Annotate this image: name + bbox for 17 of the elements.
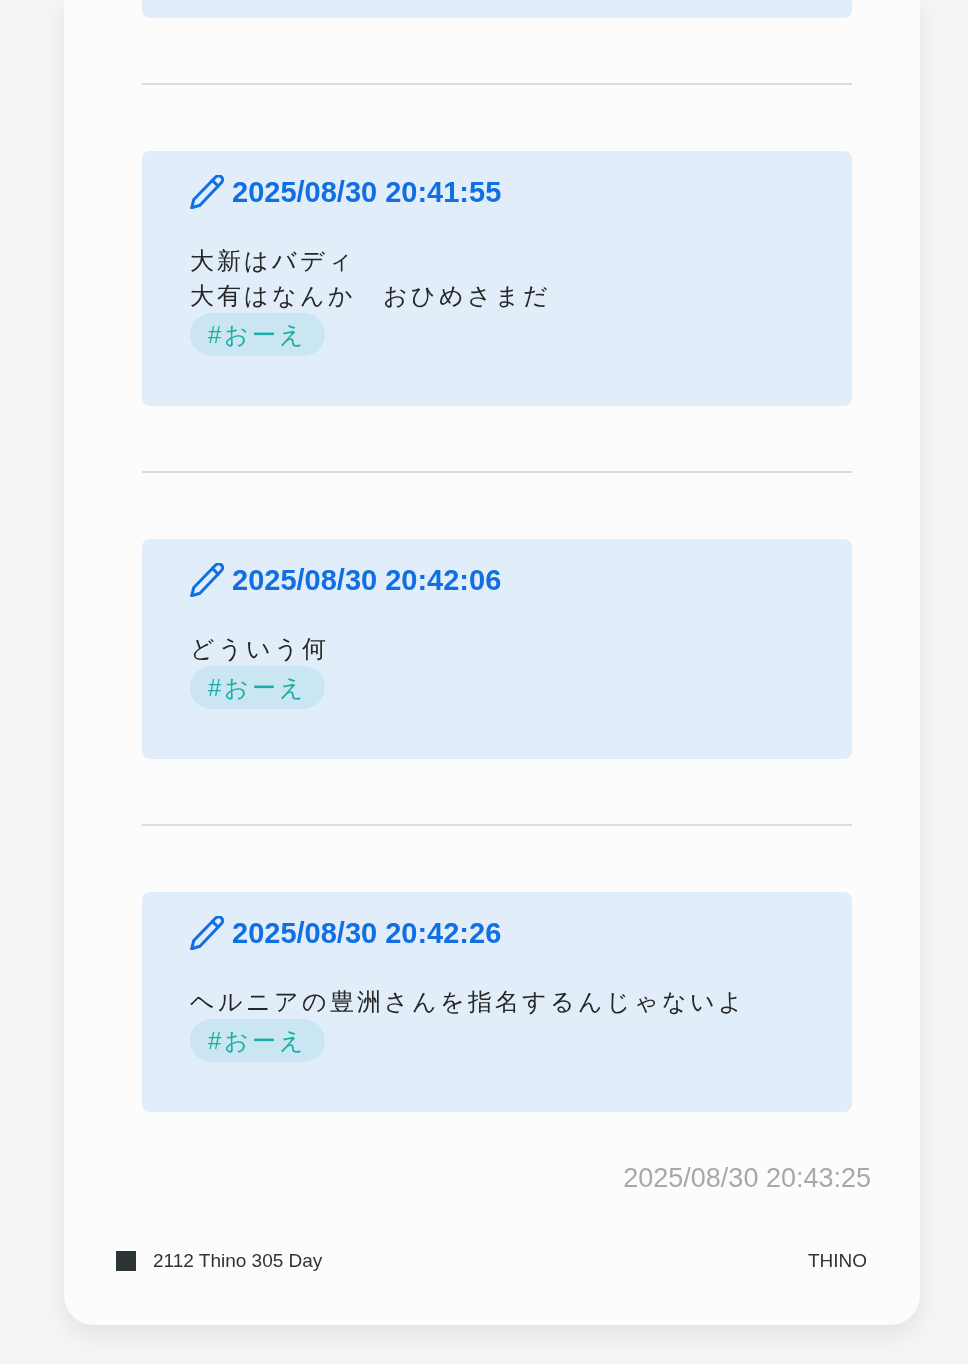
- memo-text: どういう何: [190, 634, 329, 664]
- hashtag-tag: #おーえ: [190, 666, 326, 709]
- footer-title: 2112 Thino 305 Day: [153, 1249, 323, 1273]
- pencil-icon: [190, 916, 224, 950]
- memo-timestamp: 2025/08/30 20:42:06: [232, 563, 502, 598]
- brand-label: THINO: [807, 1249, 867, 1273]
- memo-text: 大新はバディ: [190, 246, 356, 276]
- square-icon: [116, 1251, 136, 1271]
- pencil-icon: [190, 175, 224, 209]
- memo-timestamp: 2025/08/30 20:42:26: [232, 916, 502, 951]
- hashtag-tag: #おーえ: [190, 1019, 326, 1062]
- hashtag-tag: #おーえ: [190, 313, 326, 356]
- export-timestamp: 2025/08/30 20:43:25: [623, 1162, 871, 1194]
- pencil-icon: [190, 563, 224, 597]
- memo-text: 大有はなんか おひめさまだ: [190, 281, 551, 311]
- memo-text: ヘルニアの豊洲さんを指名するんじゃないよ: [190, 987, 746, 1017]
- memo-timestamp: 2025/08/30 20:41:55: [232, 175, 502, 210]
